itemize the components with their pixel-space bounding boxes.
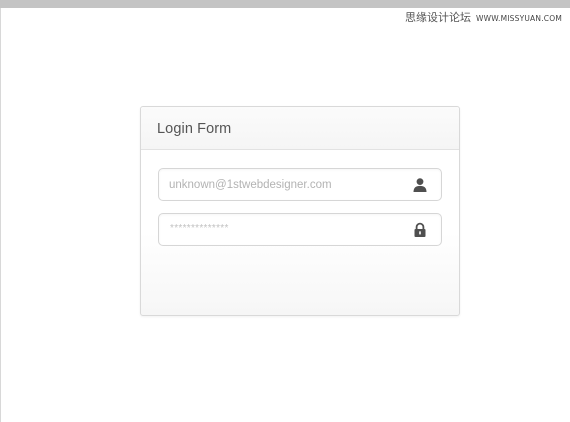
watermark: 思缘设计论坛 WWW.MISSYUAN.COM [405, 9, 562, 25]
password-input[interactable]: ************** [170, 223, 229, 234]
login-form: Login Form ************** [140, 106, 460, 316]
login-form-title: Login Form [157, 121, 232, 137]
top-bar [0, 0, 570, 8]
login-form-header: Login Form [141, 107, 459, 150]
watermark-site-name: 思缘设计论坛 [405, 11, 472, 24]
username-field[interactable] [158, 168, 442, 201]
lock-icon [412, 222, 428, 238]
user-icon [412, 177, 428, 193]
left-edge [0, 8, 1, 422]
password-field[interactable]: ************** [158, 213, 442, 246]
username-input[interactable] [169, 169, 405, 200]
watermark-site-url: WWW.MISSYUAN.COM [476, 14, 562, 23]
